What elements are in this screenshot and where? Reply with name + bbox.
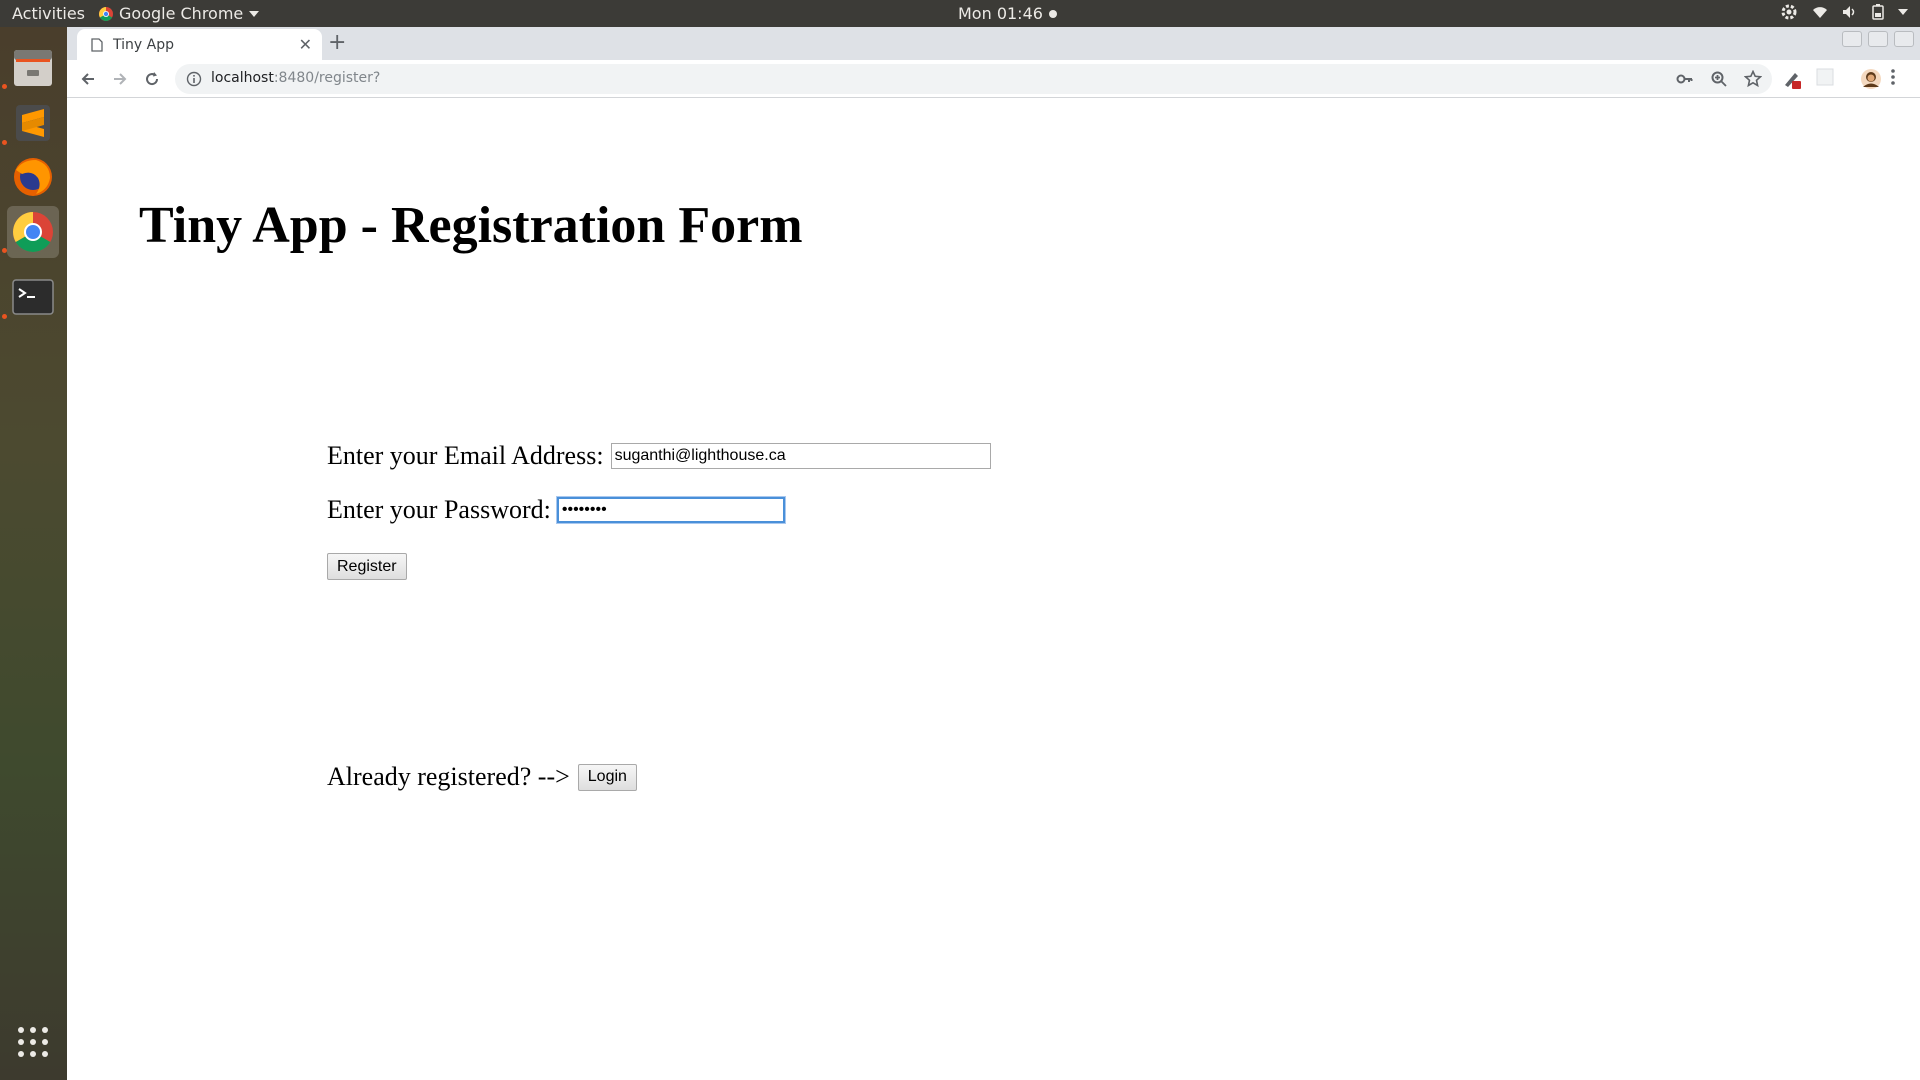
key-icon[interactable]	[1676, 70, 1694, 88]
extension-icon	[1785, 73, 1801, 89]
maximize-button[interactable]	[1868, 31, 1888, 47]
running-indicator	[2, 248, 7, 253]
page-icon	[91, 37, 103, 52]
dock-files[interactable]	[7, 41, 59, 93]
dock	[0, 27, 67, 1080]
dock-sublime-text[interactable]	[7, 97, 59, 149]
running-indicator	[2, 314, 7, 319]
login-row: Already registered? --> Login	[327, 762, 637, 792]
new-tab-button[interactable]: +	[328, 32, 346, 54]
page-content: Tiny App - Registration Form Enter your …	[67, 98, 1920, 1080]
back-button[interactable]	[76, 67, 100, 91]
extension-placeholder-icon	[1816, 68, 1834, 86]
email-field[interactable]	[610, 443, 991, 469]
chrome-small-icon	[99, 6, 113, 21]
back-arrow-icon	[81, 73, 94, 85]
reload-button[interactable]	[140, 67, 164, 91]
browser-toolbar: localhost:8480/register?	[67, 60, 1920, 98]
system-menu-chevron-icon[interactable]	[1898, 9, 1908, 15]
tab-strip: Tiny App ✕ +	[67, 27, 1920, 60]
minimize-button[interactable]	[1842, 31, 1862, 47]
close-tab-icon[interactable]: ✕	[299, 35, 312, 54]
register-button[interactable]: Register	[327, 553, 407, 580]
email-label: Enter your Email Address:	[327, 441, 604, 470]
register-row: Register	[327, 553, 407, 580]
sublime-text-icon	[16, 105, 50, 141]
files-icon	[14, 50, 52, 86]
dock-google-chrome[interactable]	[7, 206, 59, 258]
tab-title: Tiny App	[113, 36, 174, 53]
app-menu[interactable]: Google Chrome	[99, 4, 260, 23]
wifi-icon[interactable]	[1812, 5, 1828, 19]
running-indicator	[2, 140, 7, 145]
battery-icon[interactable]	[1872, 4, 1884, 20]
email-row: Enter your Email Address:	[327, 441, 991, 471]
bookmark-star-icon[interactable]	[1744, 70, 1762, 88]
reload-icon	[146, 72, 159, 86]
address-bar[interactable]: localhost:8480/register?	[175, 64, 1772, 94]
url-text: localhost:8480/register?	[211, 70, 380, 86]
password-field[interactable]	[556, 497, 785, 523]
forward-button[interactable]	[108, 67, 132, 91]
show-applications-button[interactable]	[7, 1016, 59, 1068]
system-tray[interactable]	[1780, 3, 1908, 21]
notification-dot-icon	[1048, 9, 1057, 18]
already-registered-text: Already registered? -->	[327, 762, 570, 791]
accessibility-icon[interactable]	[1780, 3, 1798, 21]
omnibox-actions	[1676, 70, 1762, 88]
clock-text: Mon 01:46	[958, 4, 1043, 23]
activities-button[interactable]: Activities	[12, 4, 85, 23]
forward-arrow-icon	[114, 73, 127, 85]
browser-window: Tiny App ✕ + localhost:8480/register?	[67, 27, 1920, 98]
password-label: Enter your Password:	[327, 495, 551, 524]
volume-icon[interactable]	[1842, 5, 1858, 19]
page-title: Tiny App - Registration Form	[139, 197, 803, 254]
profile-button[interactable]	[1860, 68, 1882, 90]
avatar-icon	[1861, 69, 1881, 89]
dock-firefox[interactable]	[7, 151, 59, 203]
zoom-icon[interactable]	[1710, 70, 1728, 88]
chevron-down-icon	[249, 10, 260, 17]
window-controls	[1842, 31, 1914, 47]
chrome-icon	[13, 212, 53, 252]
extension-button[interactable]	[1816, 68, 1834, 86]
clock[interactable]: Mon 01:46	[958, 4, 1057, 23]
dock-terminal[interactable]	[7, 271, 59, 323]
more-vert-icon	[1891, 69, 1895, 85]
login-button[interactable]: Login	[577, 763, 637, 791]
system-top-bar: Activities Google Chrome Mon 01:46	[0, 0, 1920, 27]
terminal-icon	[12, 279, 54, 315]
app-menu-label: Google Chrome	[119, 4, 244, 23]
tab-tiny-app[interactable]: Tiny App ✕	[77, 29, 322, 60]
url-path: :8480/register?	[273, 70, 381, 86]
app-grid-icon	[18, 1027, 48, 1057]
close-window-button[interactable]	[1894, 31, 1914, 47]
info-icon[interactable]	[186, 71, 202, 87]
url-host: localhost	[211, 70, 274, 86]
firefox-icon	[14, 158, 52, 196]
password-row: Enter your Password:	[327, 495, 785, 525]
running-indicator	[2, 84, 7, 89]
menu-button[interactable]	[1890, 68, 1896, 86]
extension-button[interactable]	[1782, 68, 1804, 90]
